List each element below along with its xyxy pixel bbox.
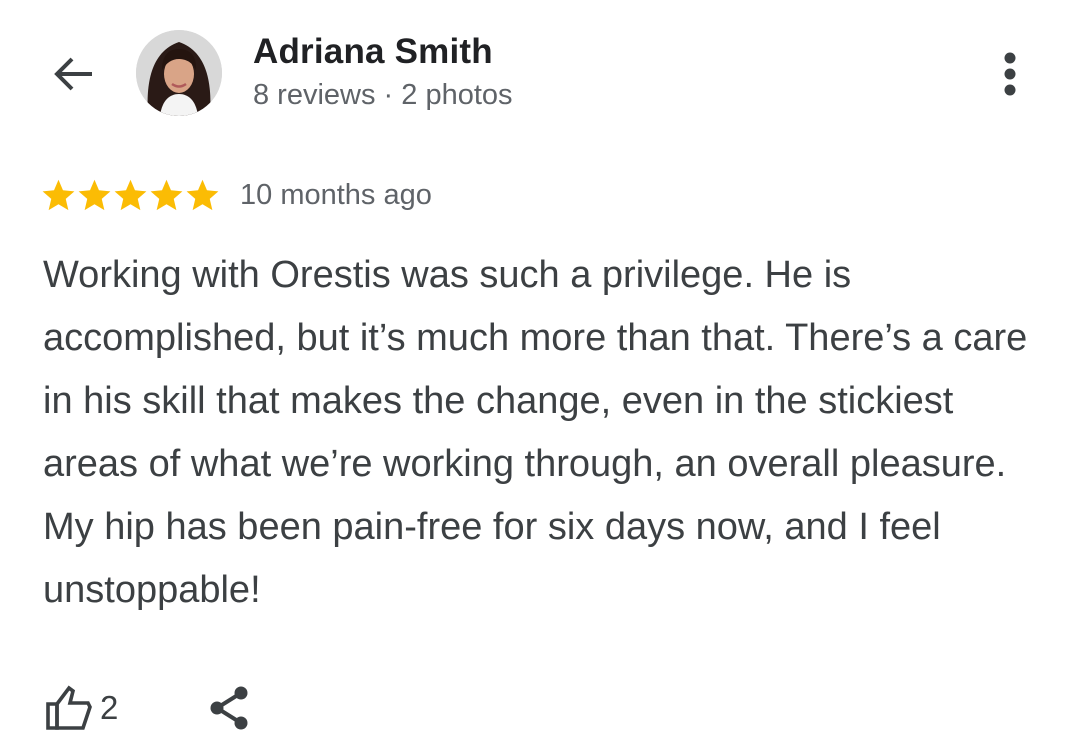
reviewer-info[interactable]: Adriana Smith 8 reviews · 2 photos	[253, 30, 513, 114]
reviewer-photo	[136, 30, 222, 116]
star-icon	[150, 179, 183, 210]
review-text: Working with Orestis was such a privileg…	[43, 254, 1028, 611]
like-count: 2	[100, 689, 119, 726]
back-button[interactable]	[48, 50, 100, 98]
avatar[interactable]	[136, 30, 222, 116]
reviewer-meta: 8 reviews · 2 photos	[253, 79, 513, 111]
review-actions: 2	[44, 680, 252, 736]
star-icon	[114, 179, 147, 210]
star-rating	[40, 177, 220, 214]
review-date: 10 months ago	[240, 178, 432, 211]
share-button[interactable]	[206, 684, 252, 732]
rating-row: 10 months ago	[40, 172, 432, 218]
reviewer-name[interactable]: Adriana Smith	[253, 30, 513, 74]
star-icon	[42, 179, 75, 210]
star-icon	[78, 179, 111, 210]
more-vertical-icon	[1004, 52, 1016, 96]
star-icon	[186, 179, 219, 210]
thumbs-up-icon	[46, 685, 92, 730]
share-icon	[210, 686, 248, 730]
arrow-left-icon	[54, 57, 92, 91]
like-button[interactable]: 2	[44, 684, 118, 732]
more-options-button[interactable]	[990, 48, 1030, 100]
